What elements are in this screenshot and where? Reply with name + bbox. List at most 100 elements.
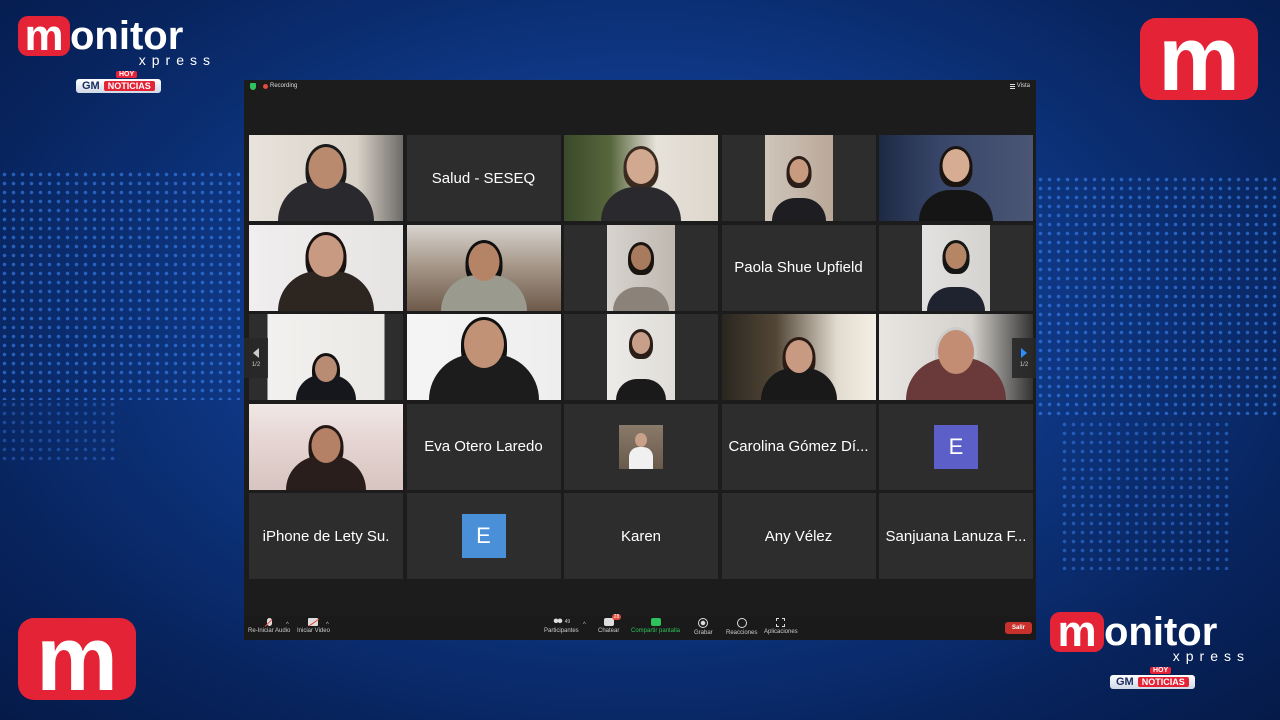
participant-video — [879, 135, 1033, 221]
participant-tile[interactable] — [879, 135, 1033, 221]
video-off-icon — [308, 618, 319, 626]
participant-video — [721, 314, 876, 400]
participant-video — [564, 314, 718, 400]
record-label: Grabar — [694, 630, 713, 636]
gm-label: GM — [82, 80, 100, 92]
participant-tile[interactable]: Any Vélez — [721, 493, 876, 579]
meeting-top-bar: Recording Vista — [244, 80, 1036, 94]
participant-name: Eva Otero Laredo — [424, 438, 543, 455]
audio-options-caret[interactable]: ^ — [286, 622, 289, 628]
prev-page-button[interactable]: 1/2 — [244, 338, 268, 378]
shield-icon[interactable] — [250, 83, 256, 90]
participant-tile[interactable]: E — [879, 403, 1033, 490]
share-screen-icon — [650, 618, 661, 626]
recording-dot-icon — [263, 84, 268, 89]
participant-name: Sanjuana Lanuza F... — [885, 527, 1027, 545]
participant-tile[interactable] — [879, 224, 1033, 311]
video-label: Iniciar Video — [297, 628, 330, 634]
video-button[interactable]: Iniciar Video — [297, 618, 330, 634]
logo-m-top-right: m — [1140, 13, 1258, 105]
participant-tile[interactable]: Salud - SESEQ — [406, 135, 561, 221]
participant-name: iPhone de Lety Su. — [262, 527, 390, 545]
participant-tile[interactable] — [564, 314, 718, 400]
participant-tile[interactable] — [406, 314, 561, 400]
chat-icon: 28 — [603, 614, 622, 626]
view-label: Vista — [1016, 83, 1030, 89]
participant-tile[interactable] — [721, 314, 876, 400]
world-map-dots-right — [1036, 175, 1280, 415]
participant-tile[interactable] — [249, 314, 403, 400]
participants-options-caret[interactable]: ^ — [583, 622, 586, 628]
participant-tile[interactable] — [879, 314, 1033, 400]
monitor-xpress-logo: m onitor — [18, 14, 216, 58]
participant-video — [879, 224, 1033, 311]
participants-count: 49 — [564, 619, 571, 625]
share-screen-button[interactable]: Compartir pantalla — [631, 618, 680, 634]
participant-tile[interactable]: iPhone de Lety Su. — [249, 493, 403, 579]
meeting-toolbar: Re-Iniciar Audio ^ Iniciar Video ^ 49 Pa… — [244, 614, 1036, 640]
participant-tile[interactable] — [249, 403, 403, 490]
participant-tile[interactable] — [721, 135, 876, 221]
participant-tile[interactable]: Karen — [564, 493, 718, 579]
participant-tile[interactable] — [564, 224, 718, 311]
view-button[interactable]: Vista — [1009, 83, 1030, 89]
hoy-label-2: HOY — [1150, 667, 1172, 674]
participant-tile[interactable] — [564, 403, 718, 490]
participant-video — [406, 224, 561, 311]
audio-label: Re-Iniciar Audio — [248, 628, 291, 634]
participant-tile[interactable]: Paola Shue Upfield — [721, 224, 876, 311]
chevron-right-icon — [1021, 348, 1027, 358]
page-indicator-left: 1/2 — [251, 362, 261, 368]
logo-wordmark: onitor — [70, 14, 184, 58]
participant-avatar: E — [461, 514, 506, 558]
participants-button[interactable]: 49 Participantes — [544, 618, 579, 634]
chat-badge: 28 — [611, 614, 622, 620]
recording-label: Recording — [270, 83, 298, 89]
participant-name: Paola Shue Upfield — [734, 259, 863, 276]
participant-tile[interactable] — [564, 135, 718, 221]
participant-tile[interactable]: Sanjuana Lanuza F... — [879, 493, 1033, 579]
participant-video — [406, 314, 561, 400]
microphone-muted-icon — [266, 618, 272, 626]
participant-name: Salud - SESEQ — [431, 169, 536, 187]
participant-grid: Salud - SESEQ Paola Shue Upfield Eva Otero… — [249, 135, 1033, 580]
apps-button[interactable]: Aplicaciones — [764, 618, 798, 635]
logo-m-box: m — [18, 14, 70, 58]
hoy-label: HOY — [116, 71, 138, 78]
page-indicator-right: 1/2 — [1019, 362, 1029, 368]
participant-tile[interactable]: Eva Otero Laredo — [406, 403, 561, 490]
participant-video — [721, 135, 876, 221]
audio-button[interactable]: Re-Iniciar Audio — [248, 618, 290, 634]
participant-tile[interactable]: E — [406, 493, 561, 579]
share-label: Compartir pantalla — [631, 628, 681, 634]
chat-button[interactable]: 28 Chatear — [598, 614, 622, 634]
participant-avatar: E — [934, 424, 978, 469]
participant-tile[interactable] — [249, 135, 403, 221]
participant-video — [564, 224, 718, 311]
chevron-left-icon — [253, 348, 259, 358]
brand-bottom-right: m onitor xpress HOY GM NOTICIAS — [1050, 610, 1250, 690]
apps-label: Aplicaciones — [764, 629, 798, 635]
reactions-button[interactable]: Reacciones — [726, 618, 757, 636]
participant-video — [564, 135, 718, 221]
participant-name: Any Vélez — [764, 527, 833, 545]
record-button[interactable]: Grabar — [694, 618, 713, 636]
zoom-meeting-window: Recording Vista Salud - SESEQ Paola Shue … — [244, 80, 1036, 640]
participants-icon — [552, 618, 563, 626]
participant-name: Carolina Gómez Dí... — [728, 438, 869, 455]
emoji-icon — [736, 618, 747, 628]
participant-tile[interactable] — [406, 224, 561, 311]
next-page-button[interactable]: 1/2 — [1012, 338, 1036, 378]
participant-tile[interactable]: Carolina Gómez Dí... — [721, 403, 876, 490]
participant-photo — [619, 424, 663, 469]
video-options-caret[interactable]: ^ — [326, 622, 329, 628]
noticias-label-2: NOTICIAS — [1137, 677, 1189, 687]
world-map-dots-right-lower — [1060, 420, 1230, 570]
participant-video — [249, 314, 403, 400]
participant-video — [249, 135, 403, 221]
participant-name: Karen — [620, 527, 662, 545]
logo-m-bottom-left: m — [18, 613, 136, 705]
leave-button[interactable]: Salir — [1004, 622, 1032, 634]
noticias-label: NOTICIAS — [103, 81, 155, 91]
participant-tile[interactable] — [249, 224, 403, 311]
